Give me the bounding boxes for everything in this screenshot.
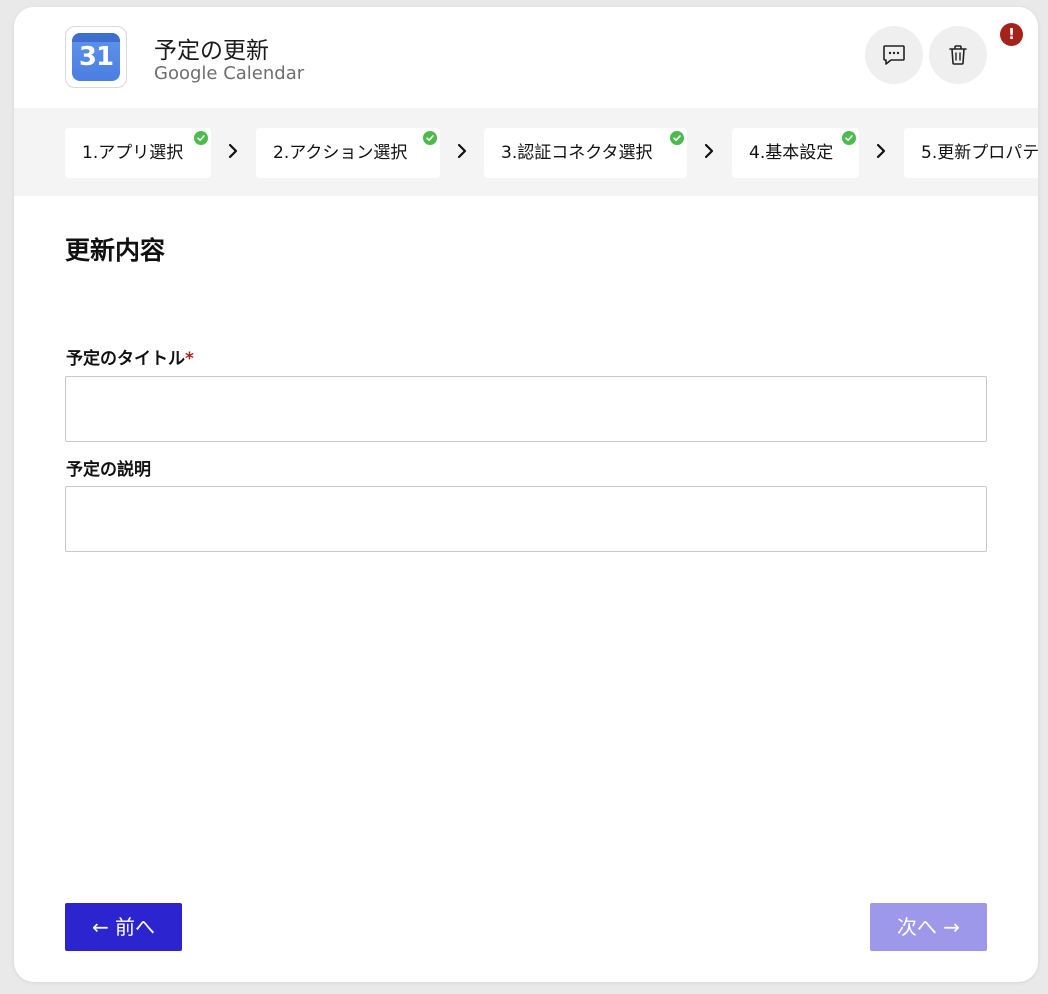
error-badge[interactable]: ! — [1000, 23, 1023, 46]
step-navigation: 1.アプリ選択 2.アクション選択 3.認証コネクタ選択 4.基本設定 5.更新… — [14, 108, 1038, 196]
step-auth-connector-select[interactable]: 3.認証コネクタ選択 — [484, 128, 687, 178]
chevron-right-icon — [228, 143, 238, 159]
event-description-label: 予定の説明 — [66, 460, 151, 480]
step-basic-settings[interactable]: 4.基本設定 — [732, 128, 859, 178]
google-calendar-app-icon: 31 — [65, 26, 127, 88]
next-button[interactable]: 次へ → — [870, 903, 987, 951]
step-label: 4.基本設定 — [749, 143, 834, 163]
step-label: 3.認証コネクタ選択 — [501, 143, 653, 163]
check-icon — [842, 131, 856, 145]
previous-button[interactable]: ← 前へ — [65, 903, 182, 951]
check-icon — [423, 131, 437, 145]
comment-button[interactable] — [865, 26, 923, 84]
check-icon — [670, 131, 684, 145]
step-label: 5.更新プロパティ — [921, 143, 1038, 163]
chevron-right-icon — [457, 143, 467, 159]
event-title-label: 予定のタイトル* — [66, 344, 194, 369]
event-title-label-text: 予定のタイトル — [66, 349, 185, 369]
section-title: 更新内容 — [65, 236, 166, 265]
event-description-input[interactable] — [65, 486, 987, 552]
workflow-card: 31 予定の更新 Google Calendar ! 1.アプリ選択 2.アクシ… — [14, 7, 1038, 982]
required-mark: * — [185, 349, 194, 369]
step-label: 1.アプリ選択 — [82, 143, 184, 163]
step-action-select[interactable]: 2.アクション選択 — [256, 128, 440, 178]
trash-icon — [949, 45, 967, 65]
step-update-properties[interactable]: 5.更新プロパティ — [904, 128, 1038, 178]
delete-button[interactable] — [929, 26, 987, 84]
check-icon — [194, 131, 208, 145]
calendar-icon: 31 — [72, 33, 120, 81]
app-name: Google Calendar — [154, 63, 305, 84]
header: 31 予定の更新 Google Calendar ! — [14, 7, 1038, 108]
page-title: 予定の更新 — [154, 38, 269, 64]
event-title-input[interactable] — [65, 376, 987, 442]
step-label: 2.アクション選択 — [273, 143, 408, 163]
chevron-right-icon — [704, 143, 714, 159]
comment-icon — [883, 45, 905, 65]
step-app-select[interactable]: 1.アプリ選択 — [65, 128, 211, 178]
chevron-right-icon — [876, 143, 886, 159]
